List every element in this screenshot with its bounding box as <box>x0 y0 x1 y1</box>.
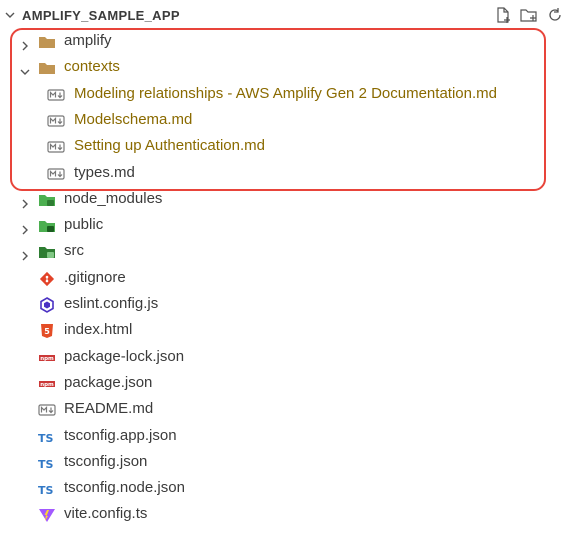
tsconfig-icon: TS <box>38 454 56 471</box>
chevron-right-icon[interactable] <box>19 219 31 235</box>
tree-folder[interactable]: amplify <box>0 28 564 54</box>
npm-icon: npm <box>38 349 56 365</box>
tree-item-label: tsconfig.json <box>64 452 148 470</box>
explorer-header[interactable]: AMPLIFY_SAMPLE_APP <box>0 0 564 28</box>
tree-item-label: node_modules <box>64 189 163 207</box>
tree-file[interactable]: npm package-lock.json <box>0 344 564 370</box>
tree-file[interactable]: types.md <box>0 160 564 186</box>
tree-file[interactable]: README.md <box>0 396 564 422</box>
tree-item-label: tsconfig.app.json <box>64 426 177 444</box>
tree-item-label: Modelschema.md <box>74 110 193 128</box>
markdown-icon <box>47 138 65 154</box>
svg-text:TS: TS <box>38 432 54 445</box>
chevron-down-icon[interactable] <box>19 61 31 76</box>
markdown-icon <box>47 165 65 181</box>
tree-item-label: src <box>64 242 84 260</box>
tree-item-label: package.json <box>64 373 153 391</box>
tree-item-label: Setting up Authentication.md <box>74 137 265 155</box>
folder-src-icon <box>38 243 56 259</box>
tree-item-label: Modeling relationships - AWS Amplify Gen… <box>74 84 497 102</box>
svg-text:npm: npm <box>40 382 54 388</box>
chevron-right-icon[interactable] <box>19 245 31 261</box>
tree-file[interactable]: TS tsconfig.node.json <box>0 475 564 501</box>
tree-file[interactable]: npm package.json <box>0 370 564 396</box>
npm-icon: npm <box>38 375 56 391</box>
new-folder-icon[interactable] <box>520 6 538 24</box>
tree-file[interactable]: TS tsconfig.json <box>0 449 564 475</box>
markdown-icon <box>47 86 65 102</box>
tree-folder[interactable]: contexts <box>0 54 564 80</box>
folder-node-icon <box>38 191 56 207</box>
refresh-icon[interactable] <box>546 6 564 24</box>
tsconfig-icon: TS <box>38 480 56 497</box>
tree-item-label: amplify <box>64 32 112 49</box>
svg-text:5: 5 <box>44 327 50 336</box>
chevron-right-icon[interactable] <box>19 35 31 51</box>
tree-item-label: README.md <box>64 400 154 418</box>
folder-public-icon <box>38 217 56 233</box>
tree-file[interactable]: TS tsconfig.app.json <box>0 423 564 449</box>
project-title: AMPLIFY_SAMPLE_APP <box>22 8 180 23</box>
tree-folder[interactable]: node_modules <box>0 186 564 212</box>
tree-file[interactable]: eslint.config.js <box>0 291 564 317</box>
tree-item-label: types.md <box>74 163 135 181</box>
markdown-icon <box>38 401 56 417</box>
tree-file[interactable]: vite.config.ts <box>0 501 564 527</box>
tree-folder[interactable]: public <box>0 212 564 238</box>
tree-item-label: eslint.config.js <box>64 295 159 312</box>
explorer-actions <box>494 6 564 24</box>
chevron-down-icon[interactable] <box>4 9 16 21</box>
markdown-icon <box>47 112 65 128</box>
html-icon: 5 <box>38 322 56 339</box>
new-file-icon[interactable] <box>494 6 512 24</box>
folder-icon <box>38 33 56 49</box>
tree-item-label: tsconfig.node.json <box>64 479 185 497</box>
tree-item-label: package-lock.json <box>64 347 185 365</box>
tree-file[interactable]: 5 index.html <box>0 317 564 343</box>
tree-folder[interactable]: src <box>0 238 564 264</box>
svg-text:TS: TS <box>38 484 54 497</box>
svg-text:npm: npm <box>40 356 54 362</box>
tree-file[interactable]: .gitignore <box>0 265 564 291</box>
tree-file[interactable]: Setting up Authentication.md <box>0 133 564 159</box>
git-icon <box>38 270 56 286</box>
tsconfig-icon: TS <box>38 428 56 445</box>
tree-item-label: .gitignore <box>64 268 126 286</box>
folder-icon <box>38 59 56 75</box>
tree-item-label: public <box>64 216 104 234</box>
tree-item-label: contexts <box>64 58 120 76</box>
eslint-icon <box>38 296 56 313</box>
vite-icon <box>38 506 56 523</box>
tree-item-label: index.html <box>64 321 133 339</box>
chevron-right-icon[interactable] <box>19 193 31 209</box>
svg-text:TS: TS <box>38 458 54 471</box>
tree-item-label: vite.config.ts <box>64 505 148 523</box>
tree-file[interactable]: Modelschema.md <box>0 107 564 133</box>
tree-file[interactable]: Modeling relationships - AWS Amplify Gen… <box>0 81 564 107</box>
